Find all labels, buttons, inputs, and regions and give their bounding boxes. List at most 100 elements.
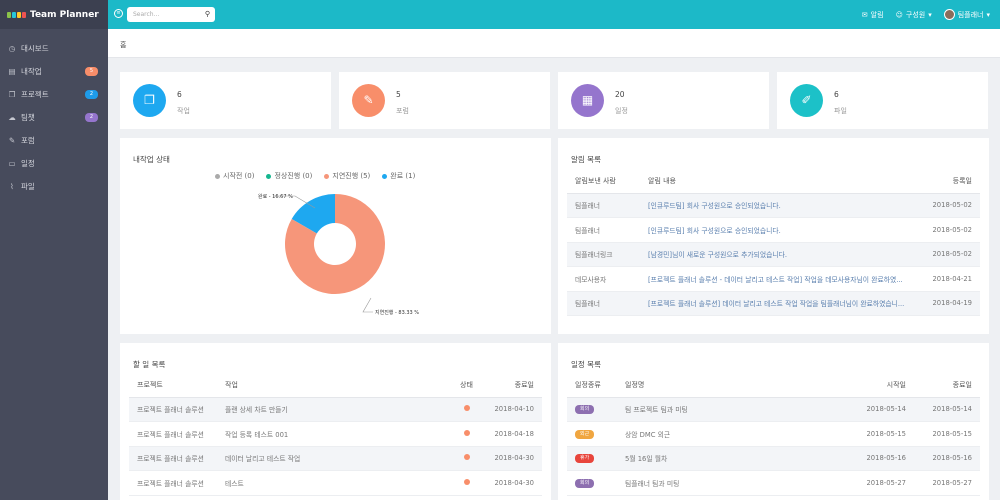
sidebar-item-forum[interactable]: ✎ 포럼	[0, 129, 108, 152]
sidebar-item-label: 대시보드	[21, 44, 49, 53]
search-input[interactable]	[127, 7, 197, 22]
user-icon: ☺	[895, 10, 903, 19]
panel-title: 할 일 목록	[133, 360, 166, 369]
stat-card-forum[interactable]: ✎ 5 포럼	[339, 72, 550, 129]
table-row[interactable]: 프로젝트 플래너 솔루션 플랜 상세 차트 만들기 2018-04-10	[129, 397, 542, 422]
table-row[interactable]: 팀플래너링크 [남경민]님이 새로운 구성원으로 추가되었습니다. 2018-0…	[567, 242, 980, 267]
paperclip-icon: ⌇	[10, 182, 14, 191]
mail-icon: ✉	[861, 10, 868, 19]
sidebar-item-my-tasks[interactable]: ▤ 내작업 5	[0, 60, 108, 83]
table-row[interactable]: 회의 팀플래너 팀과 미팅 2018-05-27 2018-05-27	[567, 470, 980, 496]
stat-value: 20	[615, 90, 625, 99]
task-cell[interactable]: 작업 등록 테스트 001	[219, 421, 454, 447]
sidebar-item-label: 포럼	[21, 136, 35, 145]
sender-cell: 팀플래너	[567, 217, 642, 243]
paperclip-icon: ✐	[790, 84, 823, 117]
task-cell[interactable]: 데이터 날리고 테스트 작업	[219, 446, 454, 471]
logo-bar	[12, 11, 16, 18]
sidebar-item-dashboard[interactable]: ◷ 대시보드	[0, 37, 108, 60]
menu-toggle-icon[interactable]: ≡	[114, 9, 123, 18]
brand[interactable]: Team Planner	[0, 0, 108, 29]
stat-value: 6	[834, 90, 839, 99]
schedule-name-cell[interactable]: 팀 프로젝트 팀과 미팅	[619, 397, 844, 422]
user-name: 팀플래너	[957, 10, 984, 19]
content-link[interactable]: [남경민]님이 새로운 구성원으로 추가되었습니다.	[642, 242, 912, 267]
topbar: ≡ ⚲ ✉ 알림 ☺ 구성원 ▾ 팀플래너 ▾	[108, 0, 1000, 29]
column-header: 알림보낸 사람	[567, 169, 642, 194]
breadcrumb: 홈	[108, 29, 1000, 58]
table-row[interactable]: 휴가 5월 16일 월차 2018-05-16 2018-05-16	[567, 446, 980, 471]
status-indicator	[463, 405, 470, 412]
donut-chart: 완료 - 16.67 % 지연진행 - 83.33 %	[258, 193, 419, 316]
start-date-cell: 2018-05-14	[844, 397, 914, 422]
stat-label: 일정	[615, 107, 628, 115]
status-indicator	[463, 429, 470, 436]
breadcrumb-home[interactable]: 홈	[120, 40, 126, 50]
table-row[interactable]: 팀플래너 [프로젝트 플래너 솔루션] 데이터 날리고 테스트 작업 작업을 팀…	[567, 291, 980, 316]
brand-name: Team Planner	[30, 9, 99, 20]
todo-table: 프로젝트 작업 상태 종료일 프로젝트 플래너 솔루션 플랜 상세 차트 만들기…	[129, 373, 542, 496]
table-row[interactable]: 프로젝트 플래너 솔루션 테스트 2018-04-30	[129, 470, 542, 496]
sidebar-item-schedule[interactable]: ▭ 일정	[0, 152, 108, 175]
table-row[interactable]: 외근 상암 DMC 외근 2018-05-15 2018-05-15	[567, 421, 980, 447]
schedule-type-badge: 회의	[575, 478, 595, 488]
task-cell[interactable]: 플랜 상세 차트 만들기	[219, 397, 454, 422]
start-date-cell: 2018-05-16	[844, 446, 914, 471]
stat-card-tasks[interactable]: ❐ 6 작업	[120, 72, 331, 129]
date-cell: 2018-04-18	[479, 421, 542, 447]
project-cell: 프로젝트 플래너 솔루션	[129, 470, 219, 496]
sidebar-item-team-chat[interactable]: ☁ 팀챗 2	[0, 106, 108, 129]
task-cell[interactable]: 테스트	[219, 470, 454, 496]
notifications-table: 알림보낸 사람 알림 내용 등록일 팀플래너 [인큐루드팀] 회사 구성원으로 …	[567, 169, 980, 316]
date-cell: 2018-05-02	[912, 193, 980, 218]
table-row[interactable]: 회의 팀 프로젝트 팀과 미팅 2018-05-14 2018-05-14	[567, 397, 980, 422]
table-row[interactable]: 팀플래너 [인큐루드팀] 회사 구성원으로 승인되었습니다. 2018-05-0…	[567, 217, 980, 243]
schedule-type-badge: 휴가	[575, 454, 595, 464]
schedule-table: 일정종류 일정명 시작일 종료일 회의 팀 프로젝트 팀과 미팅 2018-05…	[567, 373, 980, 496]
content-link[interactable]: [인큐루드팀] 회사 구성원으로 승인되었습니다.	[642, 193, 912, 218]
end-date-cell: 2018-05-14	[914, 397, 980, 422]
end-date-cell: 2018-05-16	[914, 446, 980, 471]
table-row[interactable]: 프로젝트 플래너 솔루션 데이터 날리고 테스트 작업 2018-04-30	[129, 446, 542, 471]
project-cell: 프로젝트 플래너 솔루션	[129, 446, 219, 471]
content-link[interactable]: [인큐루드팀] 회사 구성원으로 승인되었습니다.	[642, 217, 912, 243]
alerts-link[interactable]: ✉ 알림	[862, 10, 884, 20]
stat-card-schedule[interactable]: ▦ 20 일정	[558, 72, 769, 129]
table-row[interactable]: 팀플래너 [인큐루드팀] 회사 구성원으로 승인되었습니다. 2018-05-0…	[567, 193, 980, 218]
sidebar-nav: ◷ 대시보드 ▤ 내작업 5 ❐ 프로젝트 2 ☁ 팀챗 2 ✎ 포럼 ▭ 일정…	[0, 29, 108, 198]
calendar-icon: ▭	[8, 159, 16, 168]
sender-cell: 데모사용자	[567, 266, 642, 292]
edit-icon: ✎	[8, 136, 16, 145]
schedule-panel: 일정 목록 일정종류 일정명 시작일 종료일 회의 팀 프로젝트 팀과 미팅 2…	[558, 343, 989, 500]
user-menu[interactable]: 팀플래너 ▾	[943, 9, 990, 20]
dashboard-icon: ◷	[8, 44, 16, 53]
column-header: 일정명	[619, 373, 844, 398]
date-cell: 2018-04-21	[912, 266, 980, 292]
table-row[interactable]: 데모사용자 [프로젝트 플래너 솔루션 - 데이터 날리고 테스트 작업] 작업…	[567, 266, 980, 292]
slice-leader-line	[362, 297, 373, 313]
stat-card-files[interactable]: ✐ 6 파일	[777, 72, 988, 129]
content-link[interactable]: [프로젝트 플래너 솔루션 - 데이터 날리고 테스트 작업] 작업을 데모사용…	[642, 266, 912, 292]
logo-bar	[7, 11, 11, 18]
sidebar-item-files[interactable]: ⌇ 파일	[0, 175, 108, 198]
search-icon[interactable]: ⚲	[205, 10, 210, 18]
content-link[interactable]: [프로젝트 플래너 솔루션] 데이터 날리고 테스트 작업 작업을 팀플래너님이…	[642, 291, 912, 316]
date-cell: 2018-05-02	[912, 242, 980, 267]
schedule-name-cell[interactable]: 상암 DMC 외근	[619, 421, 844, 447]
calendar-icon: ▦	[571, 84, 604, 117]
sidebar-item-projects[interactable]: ❐ 프로젝트 2	[0, 83, 108, 106]
search-box: ⚲	[127, 7, 215, 22]
brand-logo	[7, 11, 26, 18]
schedule-name-cell[interactable]: 5월 16일 월차	[619, 446, 844, 471]
date-cell: 2018-04-30	[479, 470, 542, 496]
sender-cell: 팀플래너	[567, 291, 642, 316]
start-date-cell: 2018-05-27	[844, 470, 914, 496]
members-link[interactable]: ☺ 구성원 ▾	[896, 10, 932, 20]
column-header: 프로젝트	[129, 373, 219, 398]
table-row[interactable]: 프로젝트 플래너 솔루션 작업 등록 테스트 001 2018-04-18	[129, 421, 542, 447]
logo-bar	[22, 11, 26, 18]
schedule-type-badge: 외근	[575, 429, 595, 439]
alerts-label: 알림	[870, 10, 884, 19]
schedule-name-cell[interactable]: 팀플래너 팀과 미팅	[619, 470, 844, 496]
panel-title: 알림 목록	[571, 155, 601, 164]
